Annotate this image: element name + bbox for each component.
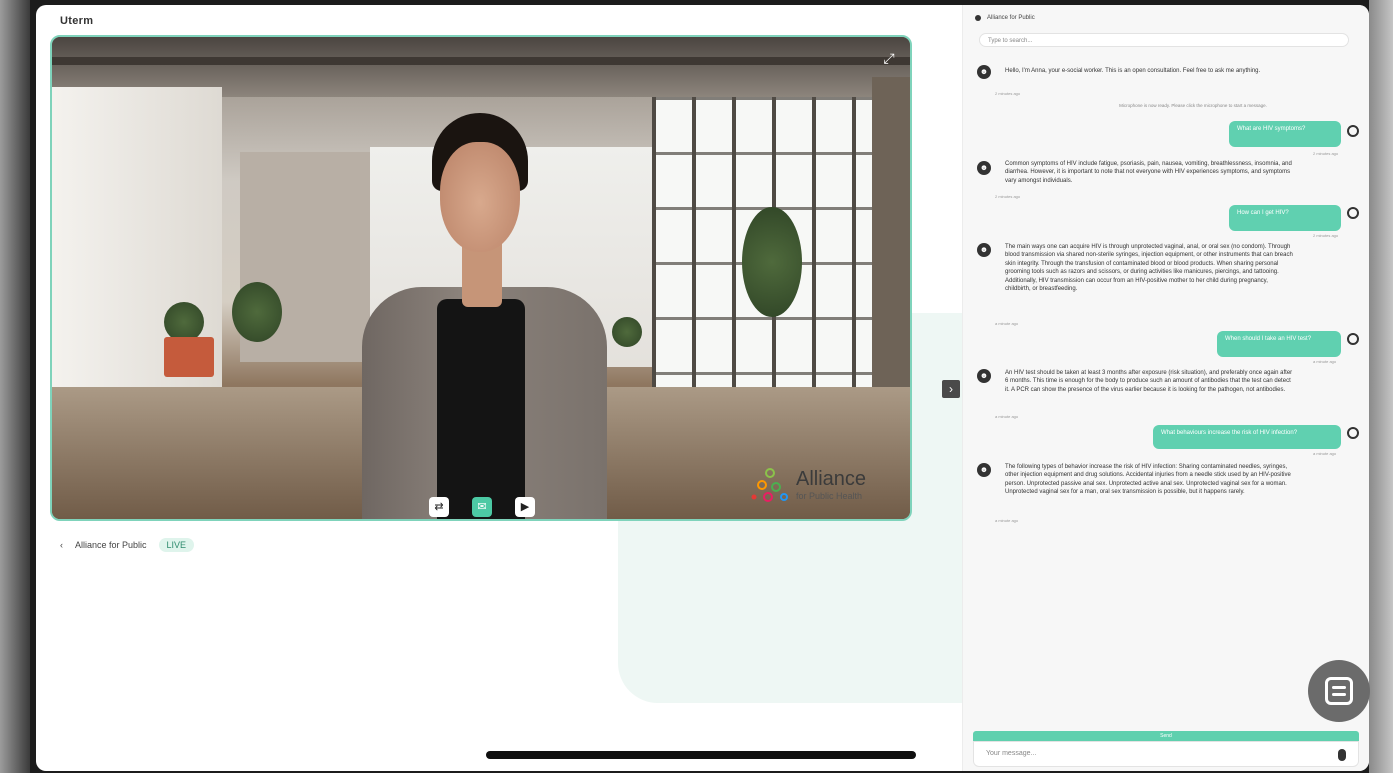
scene-plant [742, 207, 802, 317]
background-right [1369, 0, 1393, 773]
play-icon[interactable]: ▶ [515, 497, 535, 517]
scene-plant [232, 282, 282, 342]
message-time: 2 minutes ago [1313, 151, 1339, 156]
message-time: a minute ago [995, 414, 1019, 419]
expand-icon[interactable]: ⤢ [880, 49, 898, 67]
chat-title: Alliance for Public [987, 15, 1035, 21]
back-icon[interactable]: ‹ [60, 540, 63, 550]
bot-message: Common symptoms of HIV include fatigue, … [1005, 161, 1292, 184]
message-time: a minute ago [1313, 451, 1337, 456]
scene-plant [612, 317, 642, 347]
user-message: How can I get HIV? [1229, 205, 1341, 231]
scan-icon-line [1332, 686, 1346, 689]
bot-avatar: ☻ [977, 463, 991, 477]
user-avatar [1347, 207, 1359, 219]
message-time: a minute ago [995, 321, 1019, 326]
scene-beam [52, 57, 910, 65]
bot-message: An HIV test should be taken at least 3 m… [1005, 370, 1293, 393]
background-left [0, 0, 30, 773]
message-time: 2 minutes ago [1313, 233, 1339, 238]
user-message: What behaviours increase the risk of HIV… [1153, 425, 1341, 449]
scan-icon-line [1332, 693, 1346, 696]
message-input[interactable]: Your message... [973, 741, 1359, 767]
scene-plant [164, 302, 204, 342]
scene-plant-pot [164, 337, 214, 377]
chat-header: Alliance for Public [975, 15, 1035, 21]
bot-avatar: ☻ [977, 65, 991, 79]
user-message: When should I take an HIV test? [1217, 331, 1341, 357]
channel-name: Alliance for Public [75, 540, 147, 550]
scan-icon [1325, 677, 1353, 705]
bot-avatar: ☻ [977, 369, 991, 383]
send-button[interactable]: Send [973, 731, 1359, 741]
avatar-face [440, 142, 520, 252]
microphone-icon[interactable] [1338, 749, 1346, 761]
message-time: a minute ago [995, 518, 1019, 523]
user-avatar [1347, 125, 1359, 137]
user-avatar [1347, 427, 1359, 439]
user-message: What are HIV symptoms? [1229, 121, 1341, 147]
alliance-logo: Alliance for Public Health [750, 465, 880, 505]
user-avatar [1347, 333, 1359, 345]
scene-wall-right [872, 77, 910, 437]
bot-message: The following types of behavior increase… [1005, 464, 1291, 496]
message-time: 2 minutes ago [995, 194, 1021, 199]
status-badge: LIVE [158, 538, 195, 552]
scan-button[interactable] [1308, 660, 1370, 722]
alliance-logo-mark [751, 468, 788, 502]
avatar-top [437, 299, 525, 519]
bot-avatar: ☻ [977, 161, 991, 175]
chat-icon[interactable]: ✉ [472, 497, 492, 517]
stream-meta: ‹ Alliance for Public LIVE [60, 535, 195, 555]
avatar-video[interactable]: ⤢ Alliance for Public Health ⇄ ✉ ▶ [50, 35, 912, 521]
bot-message: The main ways one can acquire HIV is thr… [1005, 244, 1293, 293]
system-note: Microphone is now ready. Please click th… [1119, 103, 1267, 108]
repeat-icon[interactable]: ⇄ [429, 497, 449, 517]
logo-subtitle: for Public Health [796, 491, 863, 501]
app-title: Uterm [60, 15, 94, 27]
message-time: a minute ago [1313, 359, 1337, 364]
chat-panel: Alliance for Public Type to search... ☻ … [962, 5, 1369, 771]
app-screen: Uterm ⤢ Alliance for Public Health ⇄ ✉ ▶… [36, 5, 1369, 771]
user-icon [975, 15, 981, 21]
message-time: 2 minutes ago [995, 91, 1021, 96]
bot-message: Hello, I'm Anna, your e-social worker. T… [1005, 68, 1261, 74]
home-indicator [486, 751, 916, 759]
logo-name: Alliance [796, 468, 867, 490]
bot-avatar: ☻ [977, 243, 991, 257]
search-input[interactable]: Type to search... [979, 33, 1349, 47]
collapse-chat-button[interactable]: › [942, 380, 960, 398]
message-placeholder: Your message... [986, 750, 1037, 757]
